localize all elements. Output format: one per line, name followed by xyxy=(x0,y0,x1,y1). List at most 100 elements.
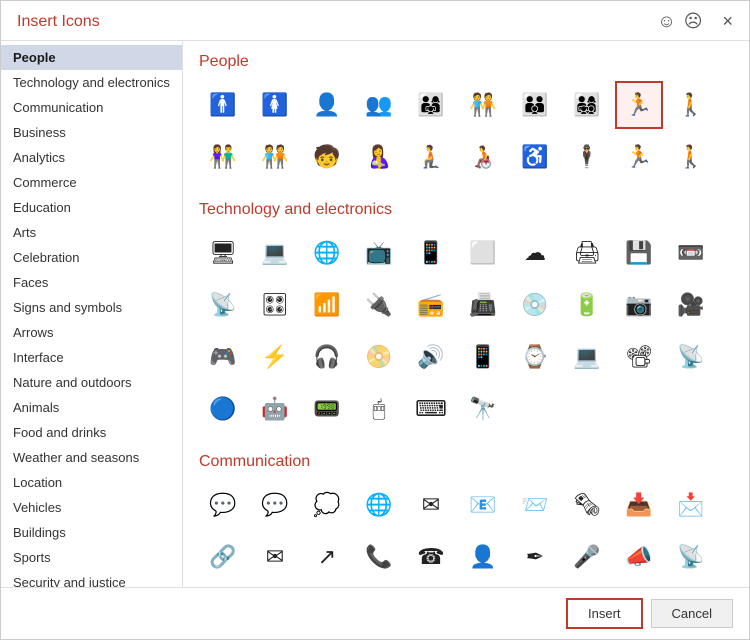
sidebar-item-faces[interactable]: Faces xyxy=(1,270,182,295)
icon-cell[interactable]: ✉ xyxy=(407,481,455,529)
sidebar-item-education[interactable]: Education xyxy=(1,195,182,220)
cancel-button[interactable]: Cancel xyxy=(651,599,733,628)
icon-cell[interactable]: 👤 xyxy=(459,533,507,581)
icon-cell[interactable]: 📺 xyxy=(355,229,403,277)
icon-cell[interactable]: 👨‍👩‍👧 xyxy=(407,81,455,129)
icon-cell[interactable]: 🧑‍🤝‍🧑 xyxy=(459,81,507,129)
icon-cell[interactable]: 📟 xyxy=(303,385,351,433)
icon-cell[interactable]: 📞 xyxy=(355,533,403,581)
icon-cell[interactable]: 🖨 xyxy=(563,229,611,277)
icon-cell[interactable]: 🧒 xyxy=(303,133,351,181)
icon-cell[interactable]: 🤱 xyxy=(355,133,403,181)
sidebar-item-food[interactable]: Food and drinks xyxy=(1,420,182,445)
icon-cell[interactable]: 💬 xyxy=(251,481,299,529)
icon-cell[interactable]: 🎧 xyxy=(303,333,351,381)
icon-cell[interactable]: ☁ xyxy=(511,229,559,277)
icon-cell[interactable]: 📱 xyxy=(407,229,455,277)
sidebar-item-sports[interactable]: Sports xyxy=(1,545,182,570)
icon-cell[interactable]: 🤖 xyxy=(251,385,299,433)
sidebar-item-security[interactable]: Security and justice xyxy=(1,570,182,587)
icon-cell[interactable]: 📥 xyxy=(615,481,663,529)
icon-cell[interactable]: 📱 xyxy=(459,333,507,381)
icon-cell[interactable]: 🗞 xyxy=(563,481,611,529)
sidebar-item-animals[interactable]: Animals xyxy=(1,395,182,420)
icon-cell[interactable]: 💭 xyxy=(303,481,351,529)
icon-cell[interactable]: 📩 xyxy=(667,481,715,529)
icon-cell[interactable]: 💻 xyxy=(563,333,611,381)
icon-cell[interactable]: 💿 xyxy=(511,281,559,329)
icon-cell[interactable]: 📡 xyxy=(667,333,715,381)
icon-cell[interactable]: ⌚ xyxy=(511,333,559,381)
icon-cell[interactable]: ✉ xyxy=(251,533,299,581)
icon-cell[interactable]: 💾 xyxy=(615,229,663,277)
icon-cell[interactable]: 📼 xyxy=(667,229,715,277)
icon-cell[interactable]: 📽 xyxy=(615,333,663,381)
icon-cell[interactable]: ⚡ xyxy=(251,333,299,381)
icon-cell[interactable]: 🧑‍🦽 xyxy=(459,133,507,181)
icon-cell[interactable]: 🔵 xyxy=(199,385,247,433)
sidebar-item-commerce[interactable]: Commerce xyxy=(1,170,182,195)
icon-cell[interactable]: 🖱 xyxy=(355,385,403,433)
icon-cell[interactable]: 🔭 xyxy=(459,385,507,433)
sidebar-item-weather[interactable]: Weather and seasons xyxy=(1,445,182,470)
icon-cell[interactable]: 📮 xyxy=(251,585,299,587)
icon-cell[interactable]: 👤 xyxy=(303,81,351,129)
sidebar-item-nature[interactable]: Nature and outdoors xyxy=(1,370,182,395)
icon-cell[interactable]: 🏃 xyxy=(615,81,663,129)
icon-cell[interactable]: 📠 xyxy=(459,281,507,329)
icon-cell[interactable]: 🕴 xyxy=(563,133,611,181)
frown-icon[interactable]: ☹ xyxy=(684,11,703,32)
icon-cell[interactable]: 💬 xyxy=(199,481,247,529)
icon-cell[interactable]: 👪 xyxy=(511,81,559,129)
icon-cell[interactable]: 🎮 xyxy=(199,333,247,381)
icon-cell[interactable]: 🔌 xyxy=(355,281,403,329)
icon-cell[interactable]: 🔊 xyxy=(407,333,455,381)
icon-cell[interactable]: ✒ xyxy=(511,533,559,581)
icon-cell[interactable]: 🖥 xyxy=(199,229,247,277)
icon-cell[interactable]: 🔋 xyxy=(563,281,611,329)
sidebar-item-buildings[interactable]: Buildings xyxy=(1,520,182,545)
icon-cell[interactable]: ⬜ xyxy=(459,229,507,277)
sidebar-item-analytics[interactable]: Analytics xyxy=(1,145,182,170)
sidebar-item-interface[interactable]: Interface xyxy=(1,345,182,370)
icon-cell[interactable]: 📀 xyxy=(355,333,403,381)
icon-cell[interactable]: 📷 xyxy=(615,281,663,329)
icon-cell[interactable]: 🏃 xyxy=(615,133,663,181)
sidebar-item-communication[interactable]: Communication xyxy=(1,95,182,120)
icon-cell[interactable]: ☎ xyxy=(407,533,455,581)
icon-cell[interactable]: 📡 xyxy=(667,533,715,581)
icon-cell[interactable]: 📣 xyxy=(615,533,663,581)
icon-cell[interactable]: 🎛 xyxy=(251,281,299,329)
sidebar-item-signs[interactable]: Signs and symbols xyxy=(1,295,182,320)
icon-cell[interactable]: 🚶 xyxy=(667,81,715,129)
sidebar-item-business[interactable]: Business xyxy=(1,120,182,145)
icons-content-area[interactable]: People🚹🚺👤👥👨‍👩‍👧🧑‍🤝‍🧑👪👨‍👩‍👧‍👦🏃🚶👫🧑‍🤝‍🧑🧒🤱🧎🧑… xyxy=(183,41,749,587)
icon-cell[interactable]: 🧑‍🤝‍🧑 xyxy=(251,133,299,181)
icon-cell[interactable]: 🚶 xyxy=(667,133,715,181)
icon-cell[interactable]: 📶 xyxy=(303,281,351,329)
icon-cell[interactable]: ↗ xyxy=(303,533,351,581)
icon-cell[interactable]: 👨‍👩‍👧‍👦 xyxy=(563,81,611,129)
icon-cell[interactable]: 📧 xyxy=(459,481,507,529)
icon-cell[interactable]: 🧎 xyxy=(407,133,455,181)
icon-cell[interactable]: 📨 xyxy=(511,481,559,529)
icon-cell[interactable]: 📋 xyxy=(199,585,247,587)
insert-button[interactable]: Insert xyxy=(566,598,643,629)
icon-cell[interactable]: 💻 xyxy=(251,229,299,277)
icon-cell[interactable]: 🎥 xyxy=(667,281,715,329)
close-button[interactable]: × xyxy=(722,11,733,32)
sidebar-item-location[interactable]: Location xyxy=(1,470,182,495)
sidebar-item-technology[interactable]: Technology and electronics xyxy=(1,70,182,95)
icon-cell[interactable]: 📻 xyxy=(407,281,455,329)
icon-cell[interactable]: ♿ xyxy=(511,133,559,181)
icon-cell[interactable]: 🌐 xyxy=(355,481,403,529)
icon-cell[interactable]: 👥 xyxy=(355,81,403,129)
icon-cell[interactable]: 🚹 xyxy=(199,81,247,129)
icon-cell[interactable]: 🎤 xyxy=(563,533,611,581)
sidebar-item-celebration[interactable]: Celebration xyxy=(1,245,182,270)
sidebar-item-people[interactable]: People xyxy=(1,45,182,70)
icon-cell[interactable]: 🚺 xyxy=(251,81,299,129)
icon-cell[interactable]: 👫 xyxy=(199,133,247,181)
sidebar-item-vehicles[interactable]: Vehicles xyxy=(1,495,182,520)
smile-icon[interactable]: ☺ xyxy=(657,11,675,32)
